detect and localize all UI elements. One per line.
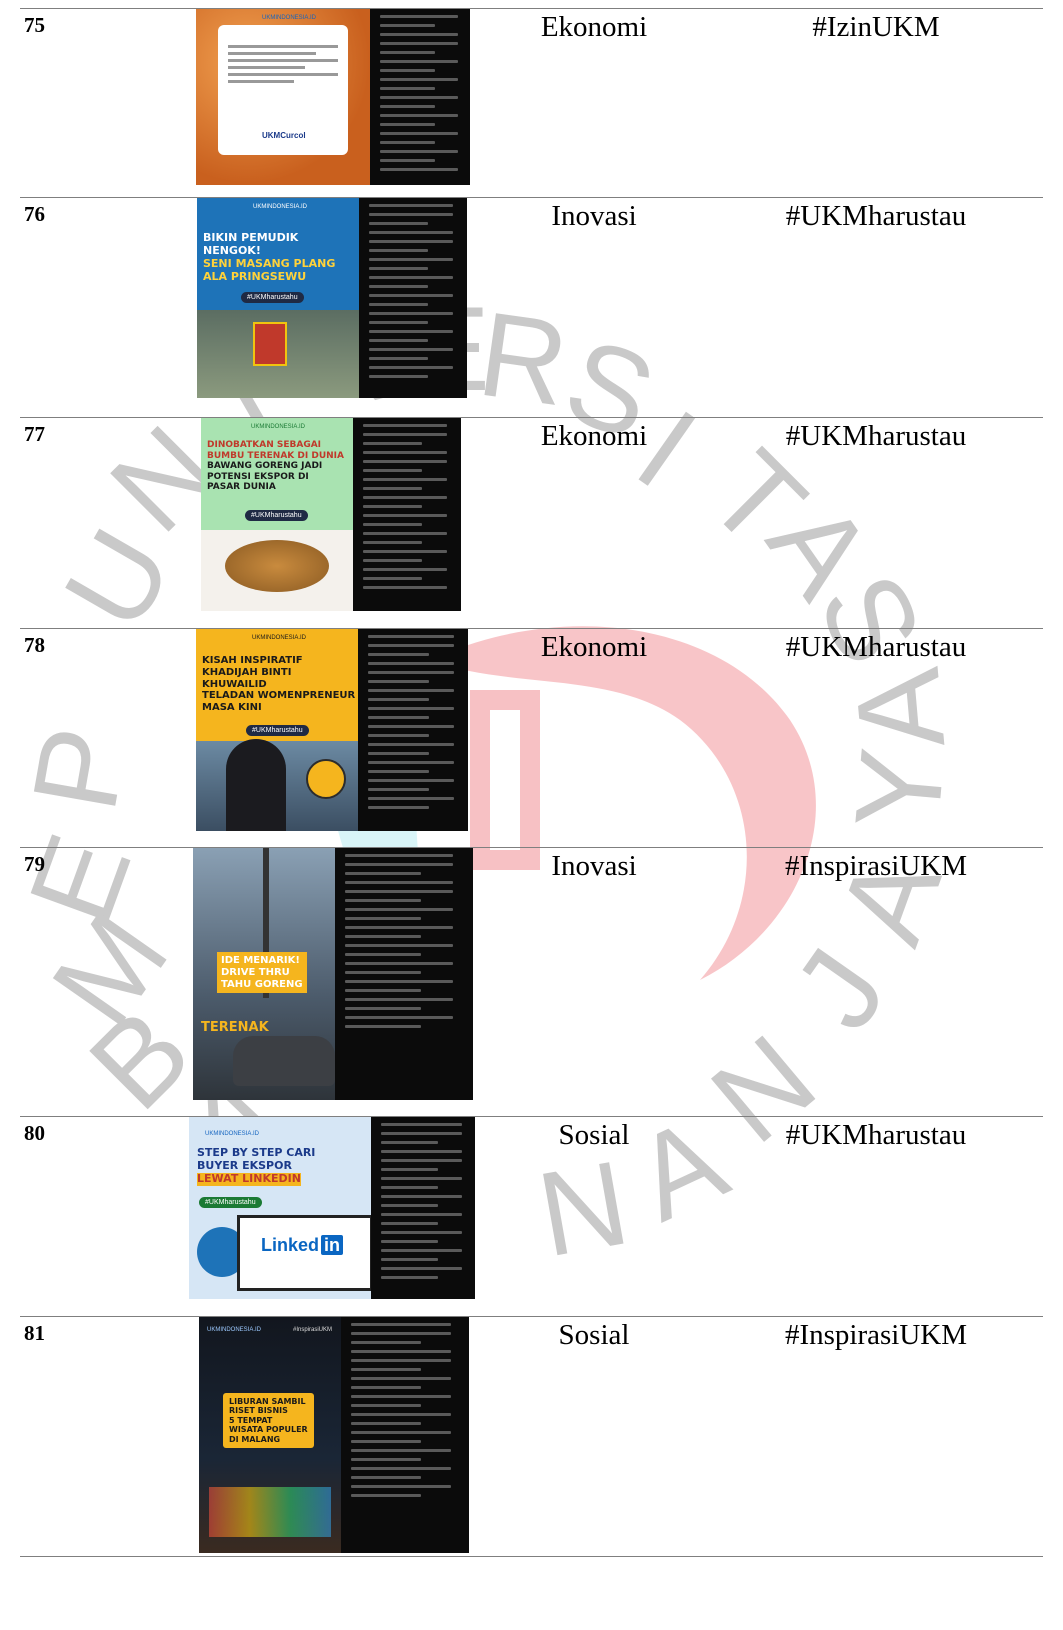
brand-logo: UKMINDONESIA.ID (251, 424, 306, 430)
row-number: 77 (20, 417, 189, 629)
hashtag-pill: #UKMharustahu (245, 510, 308, 521)
headline-line: MASA KINI (202, 702, 262, 714)
table-row: 77 UKMINDONESIA.ID DINOBATKAN SEBAGAI BU… (20, 417, 1043, 629)
comments-panel (359, 198, 467, 398)
post-image: UKMINDONESIA.ID KISAH INSPIRATIF KHADIJA… (196, 629, 358, 831)
hashtag-pill: #UKMharustahu (246, 725, 309, 736)
brand-logo: UKMINDONESIA.ID (205, 1131, 260, 1137)
row-number: 76 (20, 197, 189, 418)
headline-line: PASAR DUNIA (207, 482, 276, 493)
headline-line: 5 TEMPAT (229, 1415, 273, 1425)
headline-line: LEWAT LINKEDIN (197, 1171, 301, 1186)
post-image: UKMINDONESIA.ID DINOBATKAN SEBAGAI BUMBU… (201, 418, 353, 611)
table-row: 80 UKMINDONESIA.ID STEP BY STEP CARI BUY… (20, 1116, 1043, 1317)
headline-line: DRIVE THRU (221, 966, 290, 978)
table-row: 81 UKMINDONESIA.ID #InspirasiUKM LIBURAN… (20, 1316, 1043, 1557)
comments-panel (335, 848, 473, 1100)
comments-panel (353, 418, 461, 611)
hashtag-cell: #UKMharustau (709, 628, 1043, 848)
post-image: UKMINDONESIA.ID BIKIN PEMUDIK NENGOK! SE… (197, 198, 359, 398)
headline-line: WISATA POPULER (229, 1425, 308, 1435)
row-number: 79 (20, 847, 189, 1117)
headline-line: BUYER EKSPOR (197, 1158, 292, 1172)
linkedin-in-badge: in (321, 1235, 344, 1255)
post-headline: IDE MENARIK! DRIVE THRU TAHU GORENG (217, 952, 307, 994)
comments-panel (370, 9, 470, 185)
hashtag-cell: #IzinUKM (709, 8, 1043, 198)
comments-panel (341, 1317, 469, 1553)
linkedin-logo: Linked in (261, 1235, 344, 1256)
brand-logo: UKMINDONESIA.ID (253, 204, 308, 210)
headline-line: DI MALANG (229, 1434, 281, 1444)
post-headline: STEP BY STEP CARI BUYER EKSPOR LEWAT LIN… (197, 1146, 315, 1186)
hashtag-pill: #UKMharustahu (241, 292, 304, 303)
row-number: 78 (20, 628, 189, 848)
row-number: 80 (20, 1116, 189, 1317)
brand-name: UKMCurcol (262, 131, 306, 140)
headline-line: DINOBATKAN SEBAGAI (207, 440, 322, 450)
category-cell: Sosial (479, 1116, 709, 1317)
hashtag-cell: #UKMharustau (709, 417, 1043, 629)
hashtag-pill: #UKMharustahu (199, 1197, 262, 1208)
post-screenshot: UKMINDONESIA.ID KISAH INSPIRATIF KHADIJA… (189, 628, 479, 848)
post-headline: BIKIN PEMUDIK NENGOK! SENI MASANG PLANG … (203, 231, 359, 284)
post-image: UKMINDONESIA.ID STEP BY STEP CARI BUYER … (189, 1117, 371, 1299)
headline-line: BIKIN PEMUDIK NENGOK! (203, 231, 299, 257)
post-screenshot: UKMINDONESIA.ID UKMCurcol (189, 8, 479, 198)
overlay-text: TERENAK (201, 1020, 269, 1035)
post-image: UKMINDONESIA.ID UKMCurcol (196, 9, 370, 185)
post-screenshot: UKMINDONESIA.ID DINOBATKAN SEBAGAI BUMBU… (189, 417, 479, 629)
table-row: 76 UKMINDONESIA.ID BIKIN PEMUDIK NENGOK!… (20, 197, 1043, 418)
headline-line: TELADAN WOMENPRENEUR (202, 690, 356, 702)
row-number: 75 (20, 8, 189, 198)
category-cell: Ekonomi (479, 8, 709, 198)
category-cell: Inovasi (479, 197, 709, 418)
post-screenshot: IDE MENARIK! DRIVE THRU TAHU GORENG TERE… (189, 847, 479, 1117)
comments-panel (358, 629, 468, 831)
post-screenshot: UKMINDONESIA.ID #InspirasiUKM LIBURAN SA… (189, 1316, 479, 1557)
headline-line: SENI MASANG PLANG (203, 256, 336, 270)
comments-panel (371, 1117, 475, 1299)
headline-line: TAHU GORENG (221, 978, 303, 990)
table-row: 75 UKMINDONESIA.ID UKMCurcol Ekonomi #Iz… (20, 8, 1043, 198)
row-number: 81 (20, 1316, 189, 1557)
post-screenshot: UKMINDONESIA.ID BIKIN PEMUDIK NENGOK! SE… (189, 197, 479, 418)
headline-line: BUMBU TERENAK DI DUNIA (207, 450, 344, 461)
category-cell: Inovasi (479, 847, 709, 1117)
headline-line: POTENSI EKSPOR DI (207, 471, 309, 482)
linkedin-text: Linked (261, 1235, 320, 1255)
headline-line: KISAH INSPIRATIF (202, 655, 303, 666)
post-headline: KISAH INSPIRATIF KHADIJAH BINTI KHUWAILI… (202, 655, 358, 714)
headline-line: KHADIJAH BINTI KHUWAILID (202, 666, 292, 690)
hashtag-cell: #UKMharustau (709, 197, 1043, 418)
post-screenshot: UKMINDONESIA.ID STEP BY STEP CARI BUYER … (189, 1116, 479, 1317)
post-image: IDE MENARIK! DRIVE THRU TAHU GORENG TERE… (193, 848, 335, 1100)
corner-hashtag: #InspirasiUKM (293, 1327, 333, 1333)
content-table: 75 UKMINDONESIA.ID UKMCurcol Ekonomi #Iz… (20, 8, 1043, 1557)
post-headline: LIBURAN SAMBIL RISET BISNIS 5 TEMPAT WIS… (223, 1393, 314, 1449)
table-row: 79 IDE MENARIK! DRIVE THRU TAHU GORENG T… (20, 847, 1043, 1117)
headline-line: BAWANG GORENG JADI (207, 461, 323, 472)
headline-line: RISET BISNIS (229, 1406, 288, 1416)
category-cell: Sosial (479, 1316, 709, 1557)
category-cell: Ekonomi (479, 417, 709, 629)
post-headline: DINOBATKAN SEBAGAI BUMBU TERENAK DI DUNI… (207, 440, 344, 493)
brand-logo: UKMINDONESIA.ID (252, 635, 307, 641)
brand-logo: UKMINDONESIA.ID (262, 15, 317, 21)
headline-line: LIBURAN SAMBIL (229, 1397, 306, 1406)
hashtag-cell: #UKMharustau (709, 1116, 1043, 1317)
headline-line: IDE MENARIK! (221, 955, 300, 966)
post-image: UKMINDONESIA.ID #InspirasiUKM LIBURAN SA… (199, 1317, 341, 1553)
hashtag-cell: #InspirasiUKM (709, 847, 1043, 1117)
brand-logo: UKMINDONESIA.ID (207, 1327, 262, 1333)
table-row: 78 UKMINDONESIA.ID KISAH INSPIRATIF KHAD… (20, 628, 1043, 848)
hashtag-cell: #InspirasiUKM (709, 1316, 1043, 1557)
headline-line: ALA PRINGSEWU (203, 269, 307, 283)
category-cell: Ekonomi (479, 628, 709, 848)
